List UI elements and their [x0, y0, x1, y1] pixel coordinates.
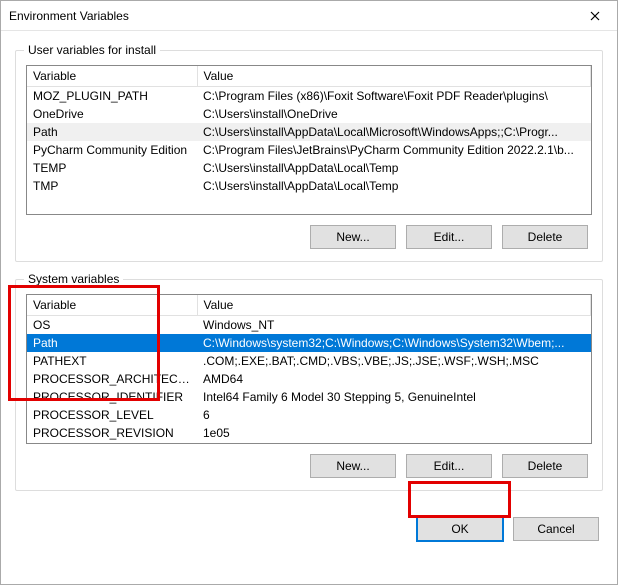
table-row[interactable]: PROCESSOR_REVISION1e05 [27, 424, 591, 442]
cell-variable: PyCharm Community Edition [27, 141, 197, 159]
cell-variable: TMP [27, 177, 197, 195]
user-variables-group: User variables for install Variable Valu… [15, 43, 603, 262]
cell-value: C:\Users\install\AppData\Local\Microsoft… [197, 123, 591, 141]
cell-variable: PROCESSOR_LEVEL [27, 406, 197, 424]
user-new-button[interactable]: New... [310, 225, 396, 249]
cell-variable: OneDrive [27, 105, 197, 123]
cell-variable: TEMP [27, 159, 197, 177]
table-row[interactable]: PATHEXT.COM;.EXE;.BAT;.CMD;.VBS;.VBE;.JS… [27, 352, 591, 370]
system-variables-table-container[interactable]: Variable Value OSWindows_NTPathC:\Window… [26, 294, 592, 444]
dialog-buttons-row: OK Cancel [1, 511, 617, 555]
system-buttons-row: New... Edit... Delete [26, 444, 592, 480]
system-variables-table: Variable Value OSWindows_NTPathC:\Window… [27, 295, 591, 442]
table-row[interactable]: TMPC:\Users\install\AppData\Local\Temp [27, 177, 591, 195]
table-row[interactable]: PyCharm Community EditionC:\Program File… [27, 141, 591, 159]
system-variables-group: System variables Variable Value OSWindow… [15, 272, 603, 491]
table-row[interactable]: OneDriveC:\Users\install\OneDrive [27, 105, 591, 123]
cell-value: C:\Users\install\AppData\Local\Temp [197, 159, 591, 177]
cell-variable: Path [27, 123, 197, 141]
cell-variable: PATHEXT [27, 352, 197, 370]
user-col-variable[interactable]: Variable [27, 66, 197, 87]
table-row[interactable]: PROCESSOR_IDENTIFIERIntel64 Family 6 Mod… [27, 388, 591, 406]
cell-value: C:\Windows\system32;C:\Windows;C:\Window… [197, 334, 591, 352]
table-row[interactable]: MOZ_PLUGIN_PATHC:\Program Files (x86)\Fo… [27, 87, 591, 106]
cell-value: Intel64 Family 6 Model 30 Stepping 5, Ge… [197, 388, 591, 406]
cell-variable: PROCESSOR_IDENTIFIER [27, 388, 197, 406]
table-row[interactable]: PROCESSOR_ARCHITECTUREAMD64 [27, 370, 591, 388]
system-col-variable[interactable]: Variable [27, 295, 197, 316]
cell-value: 6 [197, 406, 591, 424]
cell-value: 1e05 [197, 424, 591, 442]
cell-value: .COM;.EXE;.BAT;.CMD;.VBS;.VBE;.JS;.JSE;.… [197, 352, 591, 370]
ok-button[interactable]: OK [417, 517, 503, 541]
user-buttons-row: New... Edit... Delete [26, 215, 592, 251]
system-delete-button[interactable]: Delete [502, 454, 588, 478]
dialog-content: User variables for install Variable Valu… [1, 31, 617, 511]
cell-value: C:\Users\install\AppData\Local\Temp [197, 177, 591, 195]
cancel-button[interactable]: Cancel [513, 517, 599, 541]
system-edit-button[interactable]: Edit... [406, 454, 492, 478]
cell-variable: Path [27, 334, 197, 352]
table-row[interactable]: PathC:\Windows\system32;C:\Windows;C:\Wi… [27, 334, 591, 352]
system-variables-legend: System variables [24, 272, 123, 286]
system-new-button[interactable]: New... [310, 454, 396, 478]
table-row[interactable]: PathC:\Users\install\AppData\Local\Micro… [27, 123, 591, 141]
cell-variable: PROCESSOR_REVISION [27, 424, 197, 442]
cell-value: C:\Program Files\JetBrains\PyCharm Commu… [197, 141, 591, 159]
cell-value: Windows_NT [197, 316, 591, 335]
cell-variable: MOZ_PLUGIN_PATH [27, 87, 197, 106]
user-variables-table-container[interactable]: Variable Value MOZ_PLUGIN_PATHC:\Program… [26, 65, 592, 215]
user-col-value[interactable]: Value [197, 66, 591, 87]
window-title: Environment Variables [9, 9, 572, 23]
cell-value: AMD64 [197, 370, 591, 388]
system-col-value[interactable]: Value [197, 295, 591, 316]
table-row[interactable]: OSWindows_NT [27, 316, 591, 335]
titlebar: Environment Variables [1, 1, 617, 31]
close-button[interactable] [572, 1, 617, 31]
cell-variable: OS [27, 316, 197, 335]
cell-variable: PROCESSOR_ARCHITECTURE [27, 370, 197, 388]
user-delete-button[interactable]: Delete [502, 225, 588, 249]
table-row[interactable]: TEMPC:\Users\install\AppData\Local\Temp [27, 159, 591, 177]
cell-value: C:\Users\install\OneDrive [197, 105, 591, 123]
user-variables-table: Variable Value MOZ_PLUGIN_PATHC:\Program… [27, 66, 591, 195]
cell-value: C:\Program Files (x86)\Foxit Software\Fo… [197, 87, 591, 106]
table-row[interactable]: PROCESSOR_LEVEL6 [27, 406, 591, 424]
user-edit-button[interactable]: Edit... [406, 225, 492, 249]
user-variables-legend: User variables for install [24, 43, 160, 57]
